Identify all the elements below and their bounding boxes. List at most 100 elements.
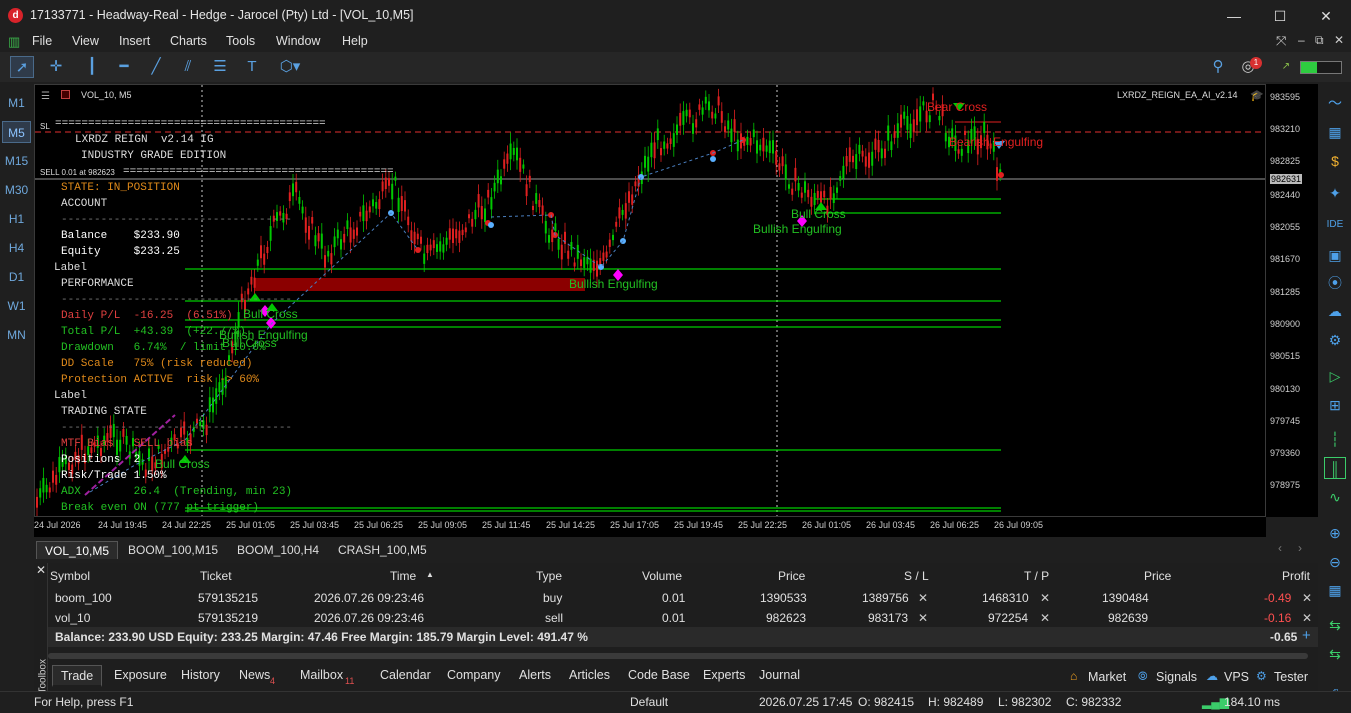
grid-icon[interactable]: ▦ <box>1324 579 1346 601</box>
col-ticket[interactable]: Ticket <box>200 569 232 583</box>
cloud-icon[interactable]: ☁ <box>1324 300 1346 322</box>
tab-alerts[interactable]: Alerts <box>519 668 551 682</box>
add-order-icon[interactable]: + <box>1302 627 1311 644</box>
menu-file[interactable]: File <box>32 34 52 48</box>
remove-tp-icon[interactable]: ✕ <box>1040 611 1050 625</box>
chart-tab-boom100-h4[interactable]: BOOM_100,H4 <box>229 541 327 559</box>
tab-journal[interactable]: Journal <box>759 668 800 682</box>
vertical-line-icon[interactable]: ┃ <box>80 56 104 78</box>
chart-menu-icon[interactable]: ☰ <box>41 91 50 102</box>
tab-company[interactable]: Company <box>447 668 501 682</box>
tabs-scroll-left-icon[interactable]: ‹ <box>1278 541 1282 555</box>
fibonacci-icon[interactable]: ☰ <box>208 56 232 78</box>
tab-trade[interactable]: Trade <box>52 665 103 687</box>
bag-icon[interactable]: ▣ <box>1324 244 1346 266</box>
vps-button[interactable]: VPS <box>1224 670 1249 684</box>
tf-w1[interactable]: W1 <box>2 295 31 317</box>
tf-m1[interactable]: M1 <box>2 92 31 114</box>
tab-calendar[interactable]: Calendar <box>380 668 431 682</box>
table-row[interactable]: boom_100 579135215 2026.07.26 09:23:46 b… <box>48 588 1318 608</box>
tf-h1[interactable]: H1 <box>2 208 31 230</box>
close-position-icon[interactable]: ✕ <box>1302 611 1312 625</box>
market-button[interactable]: Market <box>1088 670 1126 684</box>
tf-h4[interactable]: H4 <box>2 237 31 259</box>
chart-tab-vol10-m5[interactable]: VOL_10,M5 <box>36 541 119 559</box>
remove-sl-icon[interactable]: ✕ <box>918 591 928 605</box>
col-time[interactable]: Time <box>390 569 416 583</box>
col-price[interactable]: Price <box>778 569 805 583</box>
zoom-out-icon[interactable]: ⊖ <box>1324 551 1346 573</box>
menu-charts[interactable]: Charts <box>170 34 207 48</box>
split-icon[interactable]: ⇆ <box>1324 614 1346 636</box>
remove-sl-icon[interactable]: ✕ <box>918 611 928 625</box>
text-tool-icon[interactable]: T <box>240 56 264 78</box>
menu-view[interactable]: View <box>72 34 99 48</box>
search-icon[interactable]: ⚲ <box>1206 56 1230 78</box>
menu-help[interactable]: Help <box>342 34 368 48</box>
menu-tools[interactable]: Tools <box>226 34 255 48</box>
line-chart-icon[interactable]: ∿ <box>1324 486 1346 508</box>
tab-experts[interactable]: Experts <box>703 668 745 682</box>
col-current-price[interactable]: Price <box>1144 569 1171 583</box>
bars-icon[interactable]: ║ <box>1324 457 1346 479</box>
tf-m15[interactable]: M15 <box>2 150 31 172</box>
mdi-restore-icon[interactable]: ⧉ <box>1315 33 1324 48</box>
dollar-icon[interactable]: $ <box>1324 150 1346 172</box>
horizontal-line-icon[interactable]: ━ <box>112 56 136 78</box>
close-button[interactable]: ✕ <box>1316 6 1336 26</box>
candles-icon[interactable]: ┆ <box>1324 428 1346 450</box>
toolbox-close-icon[interactable]: ✕ <box>36 563 46 577</box>
minimize-button[interactable]: — <box>1224 6 1244 26</box>
trendline-icon[interactable]: ╱ <box>144 56 168 78</box>
chart-area[interactable]: ☰ VOL_10, M5 LXRDZ_REIGN_EA_AI_v2.14 🎓 S… <box>34 84 1266 517</box>
remove-tp-icon[interactable]: ✕ <box>1040 591 1050 605</box>
tabs-scroll-right-icon[interactable]: › <box>1298 541 1302 555</box>
settings-icon[interactable]: ⚙ <box>1324 329 1346 351</box>
tf-d1[interactable]: D1 <box>2 266 31 288</box>
tf-m30[interactable]: M30 <box>2 179 31 201</box>
col-sl[interactable]: S / L <box>904 569 929 583</box>
add-doc-icon[interactable]: ⊞ <box>1324 394 1346 416</box>
tab-articles[interactable]: Articles <box>569 668 610 682</box>
menu-window[interactable]: Window <box>276 34 320 48</box>
signals-button[interactable]: Signals <box>1156 670 1197 684</box>
tester-button[interactable]: Tester <box>1274 670 1308 684</box>
mdi-close-icon[interactable]: ✕ <box>1334 33 1344 47</box>
sparkle-icon[interactable]: ✦ <box>1324 182 1346 204</box>
chart-tab-crash100-m5[interactable]: CRASH_100,M5 <box>330 541 435 559</box>
zoom-in-icon[interactable]: ⊕ <box>1324 522 1346 544</box>
tab-news[interactable]: News <box>239 668 270 682</box>
calculator-icon[interactable]: ▦ <box>1324 121 1346 143</box>
play-icon[interactable]: ▷ <box>1324 365 1346 387</box>
crosshair-icon[interactable]: ✛ <box>44 56 68 78</box>
tab-mailbox[interactable]: Mailbox <box>300 668 343 682</box>
chart-tab-boom100-m15[interactable]: BOOM_100,M15 <box>120 541 226 559</box>
cursor-icon[interactable]: ➚ <box>10 56 34 78</box>
table-row[interactable]: vol_10 579135219 2026.07.26 09:23:46 sel… <box>48 608 1318 628</box>
pin-icon[interactable]: ⤧ <box>1276 33 1286 49</box>
col-symbol[interactable]: Symbol <box>50 569 90 583</box>
col-tp[interactable]: T / P <box>1024 569 1049 583</box>
close-position-icon[interactable]: ✕ <box>1302 591 1312 605</box>
sell-order-label[interactable]: SELL 0.01 at 982623 <box>40 168 115 177</box>
maximize-button[interactable]: ☐ <box>1270 6 1290 26</box>
col-volume[interactable]: Volume <box>642 569 682 583</box>
tab-exposure[interactable]: Exposure <box>114 668 167 682</box>
tf-m5[interactable]: M5 <box>2 121 31 143</box>
ide-icon[interactable]: IDE <box>1324 214 1346 236</box>
col-profit[interactable]: Profit <box>1282 569 1310 583</box>
tf-mn[interactable]: MN <box>2 324 31 346</box>
tab-history[interactable]: History <box>181 668 220 682</box>
time-axis[interactable]: 24 Jul 2026 24 Jul 19:45 24 Jul 22:25 25… <box>34 517 1266 537</box>
channel-icon[interactable]: ⫽ <box>176 56 200 78</box>
shapes-icon[interactable]: ⬡▾ <box>274 56 306 78</box>
status-profile[interactable]: Default <box>630 695 668 709</box>
chart-color-icon[interactable] <box>61 90 70 99</box>
col-type[interactable]: Type <box>536 569 562 583</box>
level-icon[interactable]: ↗ <box>1274 56 1298 78</box>
menu-insert[interactable]: Insert <box>119 34 150 48</box>
tab-code-base[interactable]: Code Base <box>628 668 690 682</box>
horizontal-scrollbar[interactable] <box>48 653 1308 659</box>
price-axis[interactable]: 983595 983210 982825 982631 982440 98205… <box>1266 84 1318 517</box>
signal-icon[interactable]: ⦿ <box>1324 272 1346 294</box>
